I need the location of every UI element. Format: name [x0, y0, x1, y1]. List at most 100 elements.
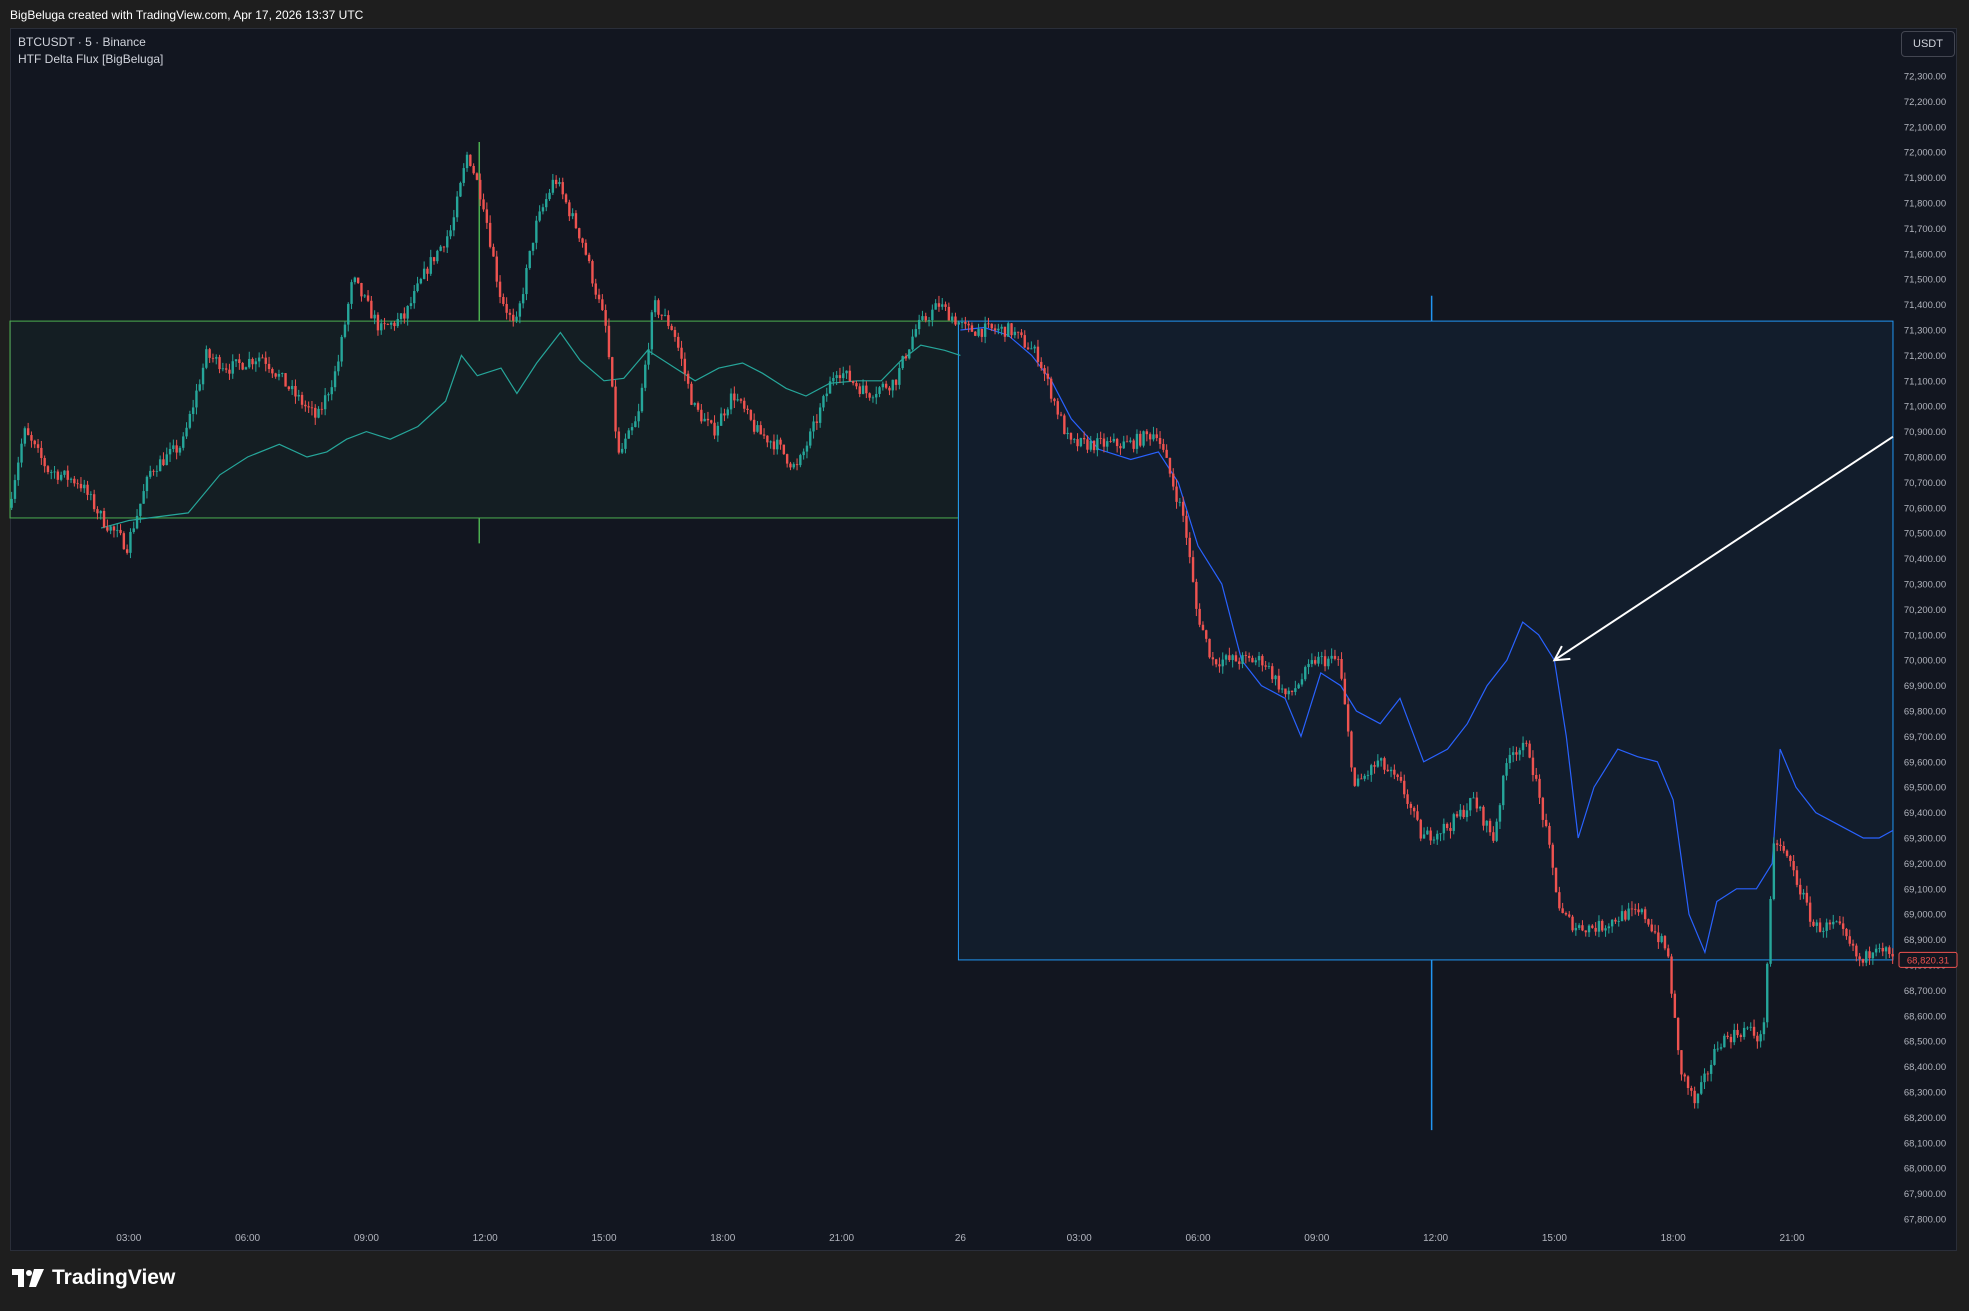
- candle-body: [1442, 823, 1446, 834]
- candle-body: [1145, 431, 1149, 435]
- candle-body: [1010, 323, 1013, 336]
- candle-body: [1079, 437, 1083, 447]
- candle-body: [1003, 326, 1007, 337]
- candle-body: [172, 445, 175, 450]
- candle-body: [1043, 368, 1046, 374]
- candle-body: [340, 336, 343, 362]
- candle-body: [1082, 437, 1086, 440]
- candle-body: [46, 466, 50, 473]
- candle-body: [271, 368, 274, 374]
- candle-body: [83, 484, 86, 489]
- candle-body: [149, 470, 152, 477]
- candle-body: [142, 491, 145, 504]
- candle-body: [842, 373, 845, 379]
- candle-body: [264, 357, 267, 364]
- symbol-line[interactable]: BTCUSDT · 5 · Binance: [18, 34, 163, 51]
- currency-unit-button[interactable]: USDT: [1901, 31, 1955, 57]
- candle-body: [1343, 678, 1347, 705]
- candle-body: [1165, 449, 1168, 458]
- candle-body: [208, 349, 211, 358]
- candle-body: [1851, 943, 1855, 946]
- candle-body: [838, 375, 842, 379]
- candle-body: [914, 329, 918, 337]
- candle-body: [482, 199, 485, 210]
- candle-body: [1832, 921, 1835, 925]
- candle-body: [1106, 441, 1109, 447]
- green-htf-box[interactable]: [9, 320, 959, 519]
- time-tick-label: 12:00: [473, 1233, 498, 1244]
- candle-body: [1449, 828, 1452, 831]
- candle-body: [954, 316, 957, 325]
- candle-body: [294, 385, 297, 397]
- candle-body: [1412, 807, 1416, 812]
- candle-body: [1812, 921, 1815, 926]
- candle-body: [848, 370, 852, 382]
- candle-body: [568, 202, 571, 217]
- candle-body: [366, 295, 370, 301]
- candle-body: [700, 409, 703, 422]
- candle-body: [373, 314, 376, 319]
- candle-body: [472, 165, 475, 174]
- candle-body: [1591, 925, 1594, 928]
- candle-body: [1112, 438, 1116, 442]
- candle-body: [125, 549, 129, 553]
- candle-body: [1158, 438, 1162, 444]
- candle-body: [231, 361, 234, 374]
- price-tick-label: 69,100.00: [1904, 884, 1946, 895]
- candle-body: [218, 357, 221, 370]
- candle-body: [1063, 415, 1066, 435]
- candle-body: [79, 483, 83, 489]
- price-tick-label: 69,300.00: [1904, 834, 1946, 845]
- candle-body: [614, 386, 617, 432]
- candle-body: [1247, 655, 1251, 658]
- candle-body: [1472, 797, 1475, 799]
- candle-body: [1320, 656, 1323, 657]
- candle-body: [1346, 704, 1350, 732]
- candle-body: [59, 474, 63, 480]
- candle-body: [1511, 752, 1515, 755]
- tradingview-logo[interactable]: TradingView: [12, 1266, 175, 1290]
- blue-htf-box[interactable]: [957, 320, 1894, 961]
- candle-body: [1643, 909, 1647, 920]
- candle-body: [370, 300, 373, 319]
- candle-body: [211, 357, 215, 359]
- candle-body: [1614, 919, 1617, 922]
- candle-body: [1099, 438, 1102, 439]
- candle-body: [779, 439, 782, 445]
- candle-body: [716, 425, 720, 436]
- indicator-line[interactable]: HTF Delta Flux [BigBeluga]: [18, 51, 163, 68]
- candle-body: [1703, 1073, 1706, 1083]
- candle-body: [528, 250, 531, 269]
- candle-body: [1742, 1027, 1746, 1037]
- candle-body: [1066, 432, 1069, 435]
- candle-body: [881, 383, 885, 388]
- candle-body: [1363, 775, 1366, 779]
- candle-body: [1709, 1064, 1713, 1074]
- candle-body: [680, 347, 683, 359]
- candle-body: [1838, 921, 1842, 924]
- time-axis[interactable]: 03:00 06:00 09:00 12:00 15:00 18:00 21:00 26 03:…: [116, 1233, 1805, 1244]
- time-tick-label: 12:00: [1423, 1233, 1448, 1244]
- candle-body: [1799, 884, 1802, 895]
- price-tick-label: 70,300.00: [1904, 580, 1946, 591]
- price-tick-label: 69,400.00: [1904, 808, 1946, 819]
- candle-body: [548, 192, 551, 200]
- candle-body: [1531, 757, 1535, 776]
- candle-body: [762, 434, 766, 436]
- candle-body: [785, 454, 789, 464]
- time-tick-label: 09:00: [354, 1233, 379, 1244]
- candle-body: [617, 431, 621, 453]
- price-axis[interactable]: 72,300.00 72,200.00 72,100.00 72,000.00 71,9…: [1904, 72, 1946, 1226]
- candle-body: [1208, 638, 1211, 658]
- candle-body: [1739, 1035, 1743, 1037]
- candle-body: [304, 404, 307, 407]
- candle-body: [1568, 914, 1571, 917]
- candle-body: [475, 173, 479, 180]
- price-chart[interactable]: 72,300.00 72,200.00 72,100.00 72,000.00 71,9…: [0, 0, 1969, 1311]
- last-price-label: 68,820.31: [1907, 955, 1949, 966]
- candle-body: [102, 510, 106, 528]
- candle-body: [703, 418, 706, 422]
- candle-body: [736, 399, 739, 401]
- candle-body: [1607, 926, 1611, 929]
- candle-body: [215, 357, 218, 359]
